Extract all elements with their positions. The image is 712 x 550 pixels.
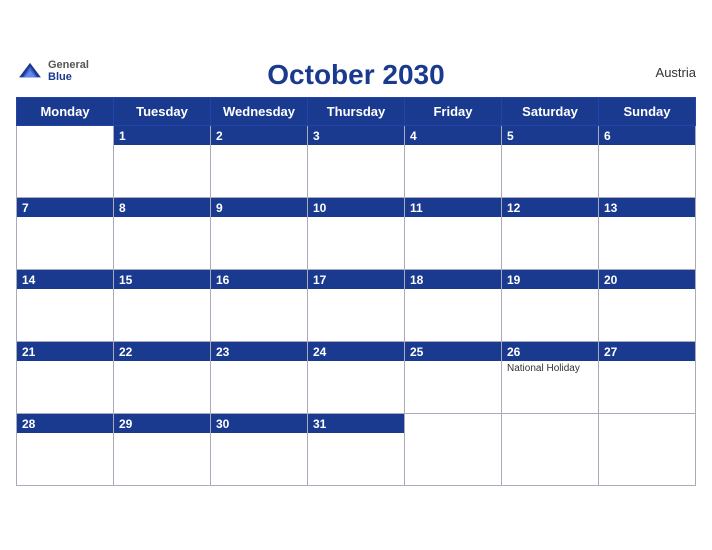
day-cell: 18 — [405, 269, 502, 341]
day-cell: 26 National Holiday — [502, 341, 599, 413]
day-cell: 10 — [308, 197, 405, 269]
calendar-header: General Blue October 2030 Austria — [16, 59, 696, 91]
day-number: 25 — [410, 345, 496, 359]
day-cell: 17 — [308, 269, 405, 341]
day-number: 4 — [410, 129, 496, 143]
day-cell: 2 — [211, 125, 308, 197]
day-cell — [405, 413, 502, 485]
day-cell: 23 — [211, 341, 308, 413]
day-number: 8 — [119, 201, 205, 215]
day-cell: 3 — [308, 125, 405, 197]
day-number: 29 — [119, 417, 205, 431]
day-cell — [502, 413, 599, 485]
day-cell: 11 — [405, 197, 502, 269]
week-row-4: 21 22 23 24 25 26 National Holiday 27 — [17, 341, 696, 413]
day-number: 31 — [313, 417, 399, 431]
calendar-table: Monday Tuesday Wednesday Thursday Friday… — [16, 97, 696, 486]
day-cell: 25 — [405, 341, 502, 413]
day-number: 15 — [119, 273, 205, 287]
col-monday: Monday — [17, 97, 114, 125]
col-wednesday: Wednesday — [211, 97, 308, 125]
week-row-3: 14 15 16 17 18 19 20 — [17, 269, 696, 341]
col-saturday: Saturday — [502, 97, 599, 125]
col-sunday: Sunday — [599, 97, 696, 125]
day-number: 12 — [507, 201, 593, 215]
day-cell: 12 — [502, 197, 599, 269]
day-number: 20 — [604, 273, 690, 287]
day-number: 17 — [313, 273, 399, 287]
day-cell: 6 — [599, 125, 696, 197]
day-number: 21 — [22, 345, 108, 359]
day-cell: 19 — [502, 269, 599, 341]
day-cell: 1 — [114, 125, 211, 197]
day-cell: 30 — [211, 413, 308, 485]
day-number: 3 — [313, 129, 399, 143]
day-number: 2 — [216, 129, 302, 143]
day-cell: 8 — [114, 197, 211, 269]
day-number: 27 — [604, 345, 690, 359]
col-friday: Friday — [405, 97, 502, 125]
week-row-2: 789 10 11 12 13 — [17, 197, 696, 269]
day-number: 19 — [507, 273, 593, 287]
day-cell: 7 — [17, 197, 114, 269]
week-row-5: 28 29 30 31 — [17, 413, 696, 485]
calendar-body: 1234567891011121314151617181920212223242… — [17, 125, 696, 485]
day-number: 7 — [22, 201, 108, 215]
day-number: 9 — [216, 201, 302, 215]
day-cell: 14 — [17, 269, 114, 341]
calendar-title: October 2030 — [267, 59, 444, 91]
country-label: Austria — [656, 65, 696, 80]
col-thursday: Thursday — [308, 97, 405, 125]
day-number: 23 — [216, 345, 302, 359]
logo-container: General Blue — [16, 59, 89, 83]
day-number: 18 — [410, 273, 496, 287]
day-number: 10 — [313, 201, 399, 215]
logo-blue-text: Blue — [48, 71, 89, 83]
day-cell: 31 — [308, 413, 405, 485]
day-cell: 24 — [308, 341, 405, 413]
day-cell: 4 — [405, 125, 502, 197]
logo-text-block: General Blue — [48, 59, 89, 83]
day-cell: 16 — [211, 269, 308, 341]
day-cell: 15 — [114, 269, 211, 341]
day-number: 14 — [22, 273, 108, 287]
logo-icon — [16, 61, 44, 81]
weekday-header-row: Monday Tuesday Wednesday Thursday Friday… — [17, 97, 696, 125]
day-cell: 13 — [599, 197, 696, 269]
day-number: 1 — [119, 129, 205, 143]
day-cell: 29 — [114, 413, 211, 485]
day-number: 28 — [22, 417, 108, 431]
logo-general-text: General — [48, 59, 89, 71]
day-number: 26 — [507, 345, 593, 359]
calendar-wrapper: General Blue October 2030 Austria Monday… — [0, 49, 712, 502]
day-cell: 21 — [17, 341, 114, 413]
day-cell: 22 — [114, 341, 211, 413]
day-number: 22 — [119, 345, 205, 359]
day-number: 11 — [410, 201, 496, 215]
day-number: 24 — [313, 345, 399, 359]
day-cell — [599, 413, 696, 485]
day-cell: 20 — [599, 269, 696, 341]
week-row-1: 123456 — [17, 125, 696, 197]
day-cell: 27 — [599, 341, 696, 413]
day-cell: 9 — [211, 197, 308, 269]
day-cell: 28 — [17, 413, 114, 485]
day-number: 13 — [604, 201, 690, 215]
day-number: 5 — [507, 129, 593, 143]
day-cell: 5 — [502, 125, 599, 197]
day-cell — [17, 125, 114, 197]
day-number: 30 — [216, 417, 302, 431]
holiday-label: National Holiday — [507, 363, 593, 374]
day-number: 6 — [604, 129, 690, 143]
logo-area: General Blue — [16, 59, 89, 83]
col-tuesday: Tuesday — [114, 97, 211, 125]
day-number: 16 — [216, 273, 302, 287]
